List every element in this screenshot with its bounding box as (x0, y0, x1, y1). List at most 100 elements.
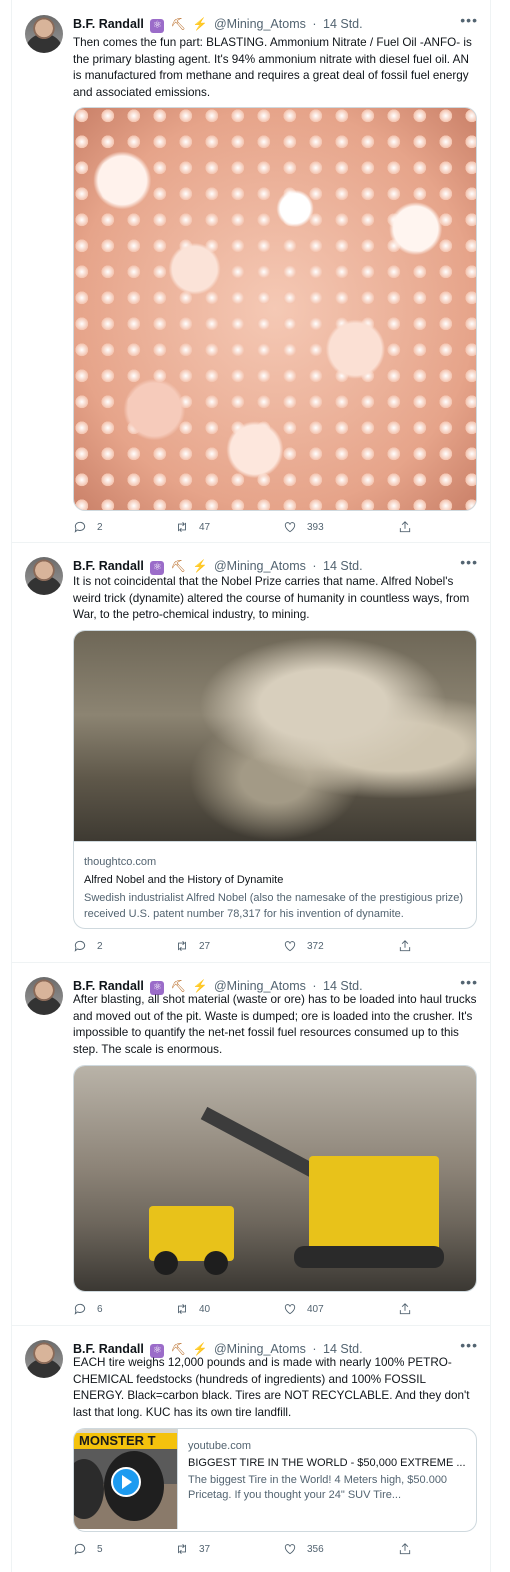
reply-button[interactable]: 5 (73, 1542, 103, 1556)
reply-icon (74, 1303, 86, 1315)
more-options-icon[interactable]: ••• (460, 12, 478, 28)
author-handle[interactable]: @Mining_Atoms (214, 559, 306, 573)
anfo-pellets-image (74, 108, 476, 510)
retweet-count: 40 (199, 1303, 211, 1315)
card-meta: youtube.com BIGGEST TIRE IN THE WORLD - … (178, 1429, 476, 1529)
more-options-icon[interactable]: ••• (460, 554, 478, 570)
card-domain: thoughtco.com (84, 856, 157, 868)
share-icon (399, 1543, 411, 1555)
mining-shovel-image (74, 1066, 476, 1291)
like-count: 356 (307, 1543, 324, 1555)
thumbnail-banner: MONSTER T (74, 1433, 177, 1449)
reply-count: 2 (97, 940, 103, 952)
like-count: 407 (307, 1303, 324, 1315)
action-bar: 5 37 356 (73, 1542, 433, 1560)
tweet-text: It is not coincidental that the Nobel Pr… (73, 575, 470, 622)
avatar[interactable] (25, 977, 63, 1015)
tweet-text: EACH tire weighs 12,000 pounds and is ma… (73, 1356, 470, 1419)
tweet[interactable]: B.F. Randall ⚛ ⛏ ⚡ @Mining_Atoms · 14 St… (12, 542, 490, 963)
heart-icon (284, 522, 296, 533)
bolt-icon: ⚡ (192, 17, 208, 31)
share-icon (399, 521, 411, 533)
link-card[interactable]: thoughtco.com Alfred Nobel and the Histo… (73, 630, 477, 929)
share-button[interactable] (398, 520, 412, 534)
action-bar: 2 27 372 (73, 939, 433, 957)
author-handle[interactable]: @Mining_Atoms (214, 17, 306, 31)
heart-icon (284, 1304, 296, 1315)
share-icon (399, 1303, 411, 1315)
tweet[interactable]: B.F. Randall ⚛ ⛏ ⚡ @Mining_Atoms · 14 St… (12, 962, 490, 1326)
reply-icon (74, 521, 86, 533)
reply-button[interactable]: 6 (73, 1302, 103, 1316)
retweet-button[interactable]: 37 (175, 1542, 210, 1556)
action-bar: 2 47 393 (73, 520, 433, 538)
separator-dot: · (312, 17, 317, 31)
heart-icon (284, 1544, 296, 1555)
like-button[interactable]: 372 (283, 939, 324, 953)
bolt-icon: ⚡ (192, 559, 208, 573)
share-button[interactable] (398, 1542, 412, 1556)
card-meta: thoughtco.com Alfred Nobel and the Histo… (74, 841, 476, 928)
tweet-text: After blasting, all shot material (waste… (73, 993, 477, 1056)
reply-button[interactable]: 2 (73, 939, 103, 953)
reply-count: 2 (97, 521, 103, 533)
retweet-icon (178, 1544, 186, 1554)
play-icon[interactable] (111, 1467, 141, 1497)
atom-icon: ⚛ (150, 19, 165, 33)
reply-icon (74, 1543, 86, 1555)
card-description: The biggest Tire in the World! 4 Meters … (188, 1474, 448, 1501)
author-handle[interactable]: @Mining_Atoms (214, 1342, 306, 1356)
like-button[interactable]: 356 (283, 1542, 324, 1556)
video-card[interactable]: MONSTER T youtube.com BIGGEST TIRE IN TH… (74, 1429, 476, 1529)
timestamp[interactable]: 14 Std. (323, 979, 363, 993)
timestamp[interactable]: 14 Std. (323, 17, 363, 31)
like-count: 393 (307, 521, 324, 533)
like-button[interactable]: 393 (283, 520, 324, 534)
atom-icon: ⚛ (150, 561, 165, 575)
tweet-image[interactable] (73, 107, 477, 511)
card-description: Swedish industrialist Alfred Nobel (also… (84, 892, 464, 920)
retweet-icon (178, 522, 186, 532)
author-name[interactable]: B.F. Randall (73, 17, 144, 31)
timestamp[interactable]: 14 Std. (323, 1342, 363, 1356)
pick-icon: ⛏ (170, 559, 187, 573)
reply-button[interactable]: 2 (73, 520, 103, 534)
tweet-image[interactable] (73, 1065, 477, 1292)
video-thumbnail[interactable]: MONSTER T (74, 1429, 178, 1529)
reply-icon (74, 940, 86, 952)
card-domain: youtube.com (188, 1440, 251, 1452)
retweet-button[interactable]: 47 (175, 520, 210, 534)
reply-count: 6 (97, 1303, 103, 1315)
avatar[interactable] (25, 557, 63, 595)
author-handle[interactable]: @Mining_Atoms (214, 979, 306, 993)
retweet-count: 47 (199, 521, 211, 533)
retweet-button[interactable]: 27 (175, 939, 210, 953)
share-button[interactable] (398, 939, 412, 953)
avatar[interactable] (25, 15, 63, 53)
timestamp[interactable]: 14 Std. (323, 559, 363, 573)
card-title: BIGGEST TIRE IN THE WORLD - $50,000 EXTR… (188, 1457, 466, 1469)
separator-dot: · (312, 559, 317, 573)
share-icon (399, 940, 411, 952)
retweet-icon (178, 1304, 186, 1314)
heart-icon (284, 941, 296, 952)
more-options-icon[interactable]: ••• (460, 1337, 478, 1353)
dynamite-blast-image (74, 631, 476, 841)
tweet[interactable]: B.F. Randall ⚛ ⛏ ⚡ @Mining_Atoms · 14 St… (12, 1325, 490, 1572)
card-title: Alfred Nobel and the History of Dynamite (84, 874, 284, 886)
tweet[interactable]: B.F. Randall ⚛ ⛏ ⚡ @Mining_Atoms · 14 St… (12, 0, 490, 543)
more-options-icon[interactable]: ••• (460, 974, 478, 990)
like-button[interactable]: 407 (283, 1302, 324, 1316)
retweet-count: 37 (199, 1543, 211, 1555)
author-name[interactable]: B.F. Randall (73, 1342, 144, 1356)
retweet-button[interactable]: 40 (175, 1302, 210, 1316)
pick-icon: ⛏ (170, 17, 187, 31)
action-bar: 6 40 407 (73, 1302, 433, 1320)
author-name[interactable]: B.F. Randall (73, 559, 144, 573)
avatar[interactable] (25, 1340, 63, 1378)
retweet-icon (178, 941, 186, 951)
author-name[interactable]: B.F. Randall (73, 979, 144, 993)
link-card[interactable]: MONSTER T youtube.com BIGGEST TIRE IN TH… (73, 1428, 477, 1532)
share-button[interactable] (398, 1302, 412, 1316)
timeline: B.F. Randall ⚛ ⛏ ⚡ @Mining_Atoms · 14 St… (11, 0, 491, 1572)
